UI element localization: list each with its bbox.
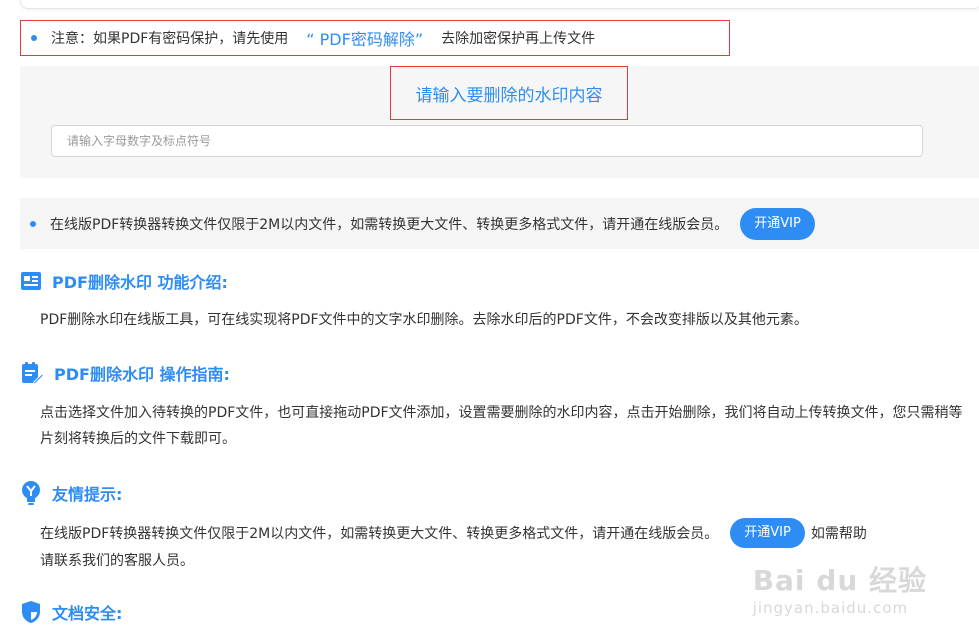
section-tips-after: 如需帮助 xyxy=(810,526,867,542)
edit-document-icon xyxy=(22,362,44,385)
section-intro-body: PDF删除水印在线版工具，可在线实现将PDF文件中的文字水印删除。去除水印后的P… xyxy=(40,312,808,328)
section-guide-heading: PDF删除水印 操作指南: xyxy=(20,361,230,385)
lightbulb-icon xyxy=(22,481,40,505)
section-security-title: 文档安全: xyxy=(52,604,123,623)
section-guide-body: 点击选择文件加入待转换的PDF文件，也可直接拖动PDF文件添加，设置需要删除的水… xyxy=(40,405,963,447)
open-vip-button-tips[interactable]: 开通VIP xyxy=(730,518,805,548)
section-intro-title: PDF删除水印 功能介绍: xyxy=(52,273,228,292)
bullet-dot-icon xyxy=(30,220,36,227)
password-notice: 注意：如果PDF有密码保护，请先使用 “ PDF密码解除” 去除加密保护再上传文… xyxy=(20,20,730,56)
section-tips-line2: 请联系我们的客服人员。 xyxy=(40,553,194,569)
section-tips-heading: 友情提示: xyxy=(20,480,122,506)
watermark-text-input[interactable] xyxy=(51,125,923,157)
vip-notice-text: 在线版PDF转换器转换文件仅限于2M以内文件，如需转换更大文件、转换更多格式文件… xyxy=(50,216,729,233)
section-tips-body: 在线版PDF转换器转换文件仅限于2M以内文件，如需转换更大文件、转换更多格式文件… xyxy=(40,526,719,542)
section-tips-line: 在线版PDF转换器转换文件仅限于2M以内文件，如需转换更大文件、转换更多格式文件… xyxy=(40,518,867,548)
watermark-url: jingyan.baidu.com xyxy=(752,599,909,617)
vip-notice-bar: 在线版PDF转换器转换文件仅限于2M以内文件，如需转换更大文件、转换更多格式文件… xyxy=(20,198,979,249)
section-security-heading: 文档安全: xyxy=(20,600,122,624)
section-guide-title: PDF删除水印 操作指南: xyxy=(54,365,230,384)
upload-panel-bottom-edge xyxy=(20,0,979,9)
notice-prefix: 注意：如果PDF有密码保护，请先使用 xyxy=(51,31,289,47)
document-list-icon xyxy=(21,272,41,290)
section-intro-heading: PDF删除水印 功能介绍: xyxy=(20,269,228,293)
notice-suffix: 去除加密保护再上传文件 xyxy=(441,31,596,47)
bullet-dot-icon xyxy=(31,35,37,41)
baidu-jingyan-watermark: Bai du 经验 jingyan.baidu.com xyxy=(753,559,927,617)
pdf-password-remove-link[interactable]: “ PDF密码解除” xyxy=(306,26,423,50)
watermark-main: Bai du 经验 xyxy=(752,564,927,597)
section-tips-title: 友情提示: xyxy=(52,485,123,504)
watermark-input-title: 请输入要删除的水印内容 xyxy=(390,66,628,120)
open-vip-button[interactable]: 开通VIP xyxy=(740,207,815,240)
shield-icon xyxy=(22,601,40,623)
